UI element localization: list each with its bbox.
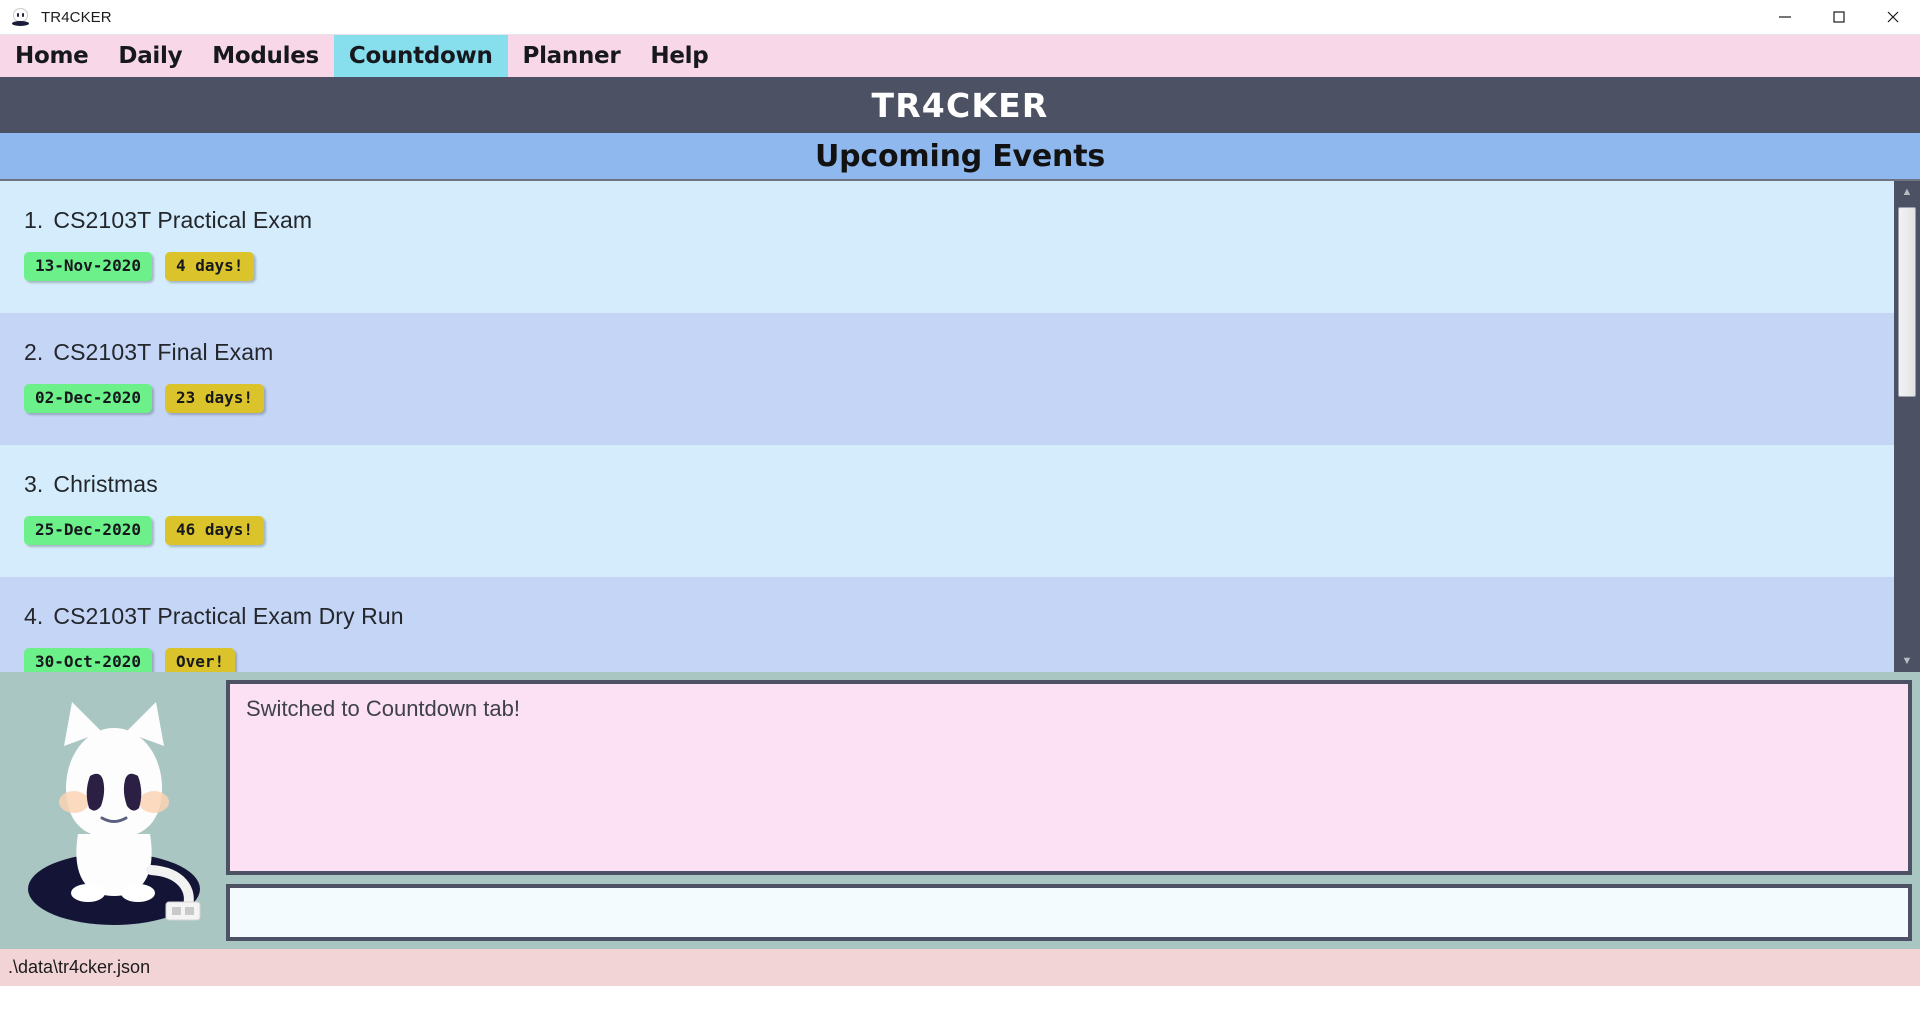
save-location-path: .\data\tr4cker.json: [8, 957, 151, 977]
event-list-item[interactable]: 2. CS2103T Final Exam 02-Dec-2020 23 days…: [0, 313, 1894, 445]
event-list-scrollbar[interactable]: ▲ ▼: [1894, 181, 1920, 672]
mascot-illustration: [0, 678, 226, 941]
scrollbar-thumb[interactable]: [1898, 207, 1916, 397]
close-button[interactable]: [1866, 0, 1920, 35]
close-icon: [1887, 11, 1899, 23]
event-title: CS2103T Practical Exam: [53, 207, 313, 233]
event-countdown-badge: 46 days!: [164, 516, 265, 545]
event-title-row: 1. CS2103T Practical Exam: [24, 207, 1894, 234]
event-title: Christmas: [53, 471, 158, 497]
minimize-button[interactable]: [1758, 0, 1812, 35]
main-nav: Home Daily Modules Countdown Planner Hel…: [0, 35, 1920, 77]
event-list-item[interactable]: 1. CS2103T Practical Exam 13-Nov-2020 4 d…: [0, 181, 1894, 313]
maximize-icon: [1833, 11, 1845, 23]
event-index: 3.: [24, 471, 44, 497]
console-output: Switched to Countdown tab!: [226, 680, 1912, 875]
scrollbar-track[interactable]: [1894, 203, 1920, 650]
event-badges: 13-Nov-2020 4 days!: [24, 252, 1894, 281]
event-title-row: 3. Christmas: [24, 471, 1894, 498]
console-panel: Switched to Countdown tab!: [0, 672, 1920, 949]
nav-item-help[interactable]: Help: [635, 35, 723, 77]
window-title: TR4CKER: [41, 8, 112, 26]
event-date-badge: 02-Dec-2020: [24, 384, 152, 413]
event-badges: 02-Dec-2020 23 days!: [24, 384, 1894, 413]
maximize-button[interactable]: [1812, 0, 1866, 35]
event-title-row: 4. CS2103T Practical Exam Dry Run: [24, 603, 1894, 630]
section-header: Upcoming Events: [0, 133, 1920, 181]
event-badges: 25-Dec-2020 46 days!: [24, 516, 1894, 545]
event-title: CS2103T Final Exam: [53, 339, 274, 365]
event-countdown-badge: 4 days!: [164, 252, 255, 281]
app-header: TR4CKER: [0, 77, 1920, 133]
event-countdown-badge: 23 days!: [164, 384, 265, 413]
nav-item-planner[interactable]: Planner: [508, 35, 636, 77]
event-list-item[interactable]: 4. CS2103T Practical Exam Dry Run 30-Oct-…: [0, 577, 1894, 672]
section-title: Upcoming Events: [815, 138, 1105, 174]
scroll-down-icon[interactable]: ▼: [1894, 650, 1920, 672]
command-input[interactable]: [226, 884, 1912, 941]
nav-item-modules[interactable]: Modules: [197, 35, 334, 77]
event-index: 2.: [24, 339, 44, 365]
status-bar: .\data\tr4cker.json: [0, 949, 1920, 986]
upcoming-events-panel: 1. CS2103T Practical Exam 13-Nov-2020 4 d…: [0, 181, 1920, 672]
nav-item-countdown[interactable]: Countdown: [333, 35, 508, 77]
cat-app-icon: [10, 6, 32, 28]
event-title: CS2103T Practical Exam Dry Run: [53, 603, 404, 629]
event-index: 1.: [24, 207, 44, 233]
minimize-icon: [1779, 16, 1791, 18]
console-column: Switched to Countdown tab!: [226, 678, 1912, 941]
event-list: 1. CS2103T Practical Exam 13-Nov-2020 4 d…: [0, 181, 1894, 672]
event-countdown-badge: Over!: [164, 648, 236, 672]
app-title: TR4CKER: [871, 85, 1049, 125]
title-bar: TR4CKER: [0, 0, 1920, 35]
event-badges: 30-Oct-2020 Over!: [24, 648, 1894, 672]
nav-item-daily[interactable]: Daily: [103, 35, 197, 77]
event-date-badge: 25-Dec-2020: [24, 516, 152, 545]
nav-item-home[interactable]: Home: [0, 35, 103, 77]
event-date-badge: 13-Nov-2020: [24, 252, 152, 281]
event-index: 4.: [24, 603, 44, 629]
cat-mascot-icon: [28, 702, 201, 925]
scroll-up-icon[interactable]: ▲: [1894, 181, 1920, 203]
event-list-item[interactable]: 3. Christmas 25-Dec-2020 46 days!: [0, 445, 1894, 577]
event-title-row: 2. CS2103T Final Exam: [24, 339, 1894, 366]
event-date-badge: 30-Oct-2020: [24, 648, 152, 672]
